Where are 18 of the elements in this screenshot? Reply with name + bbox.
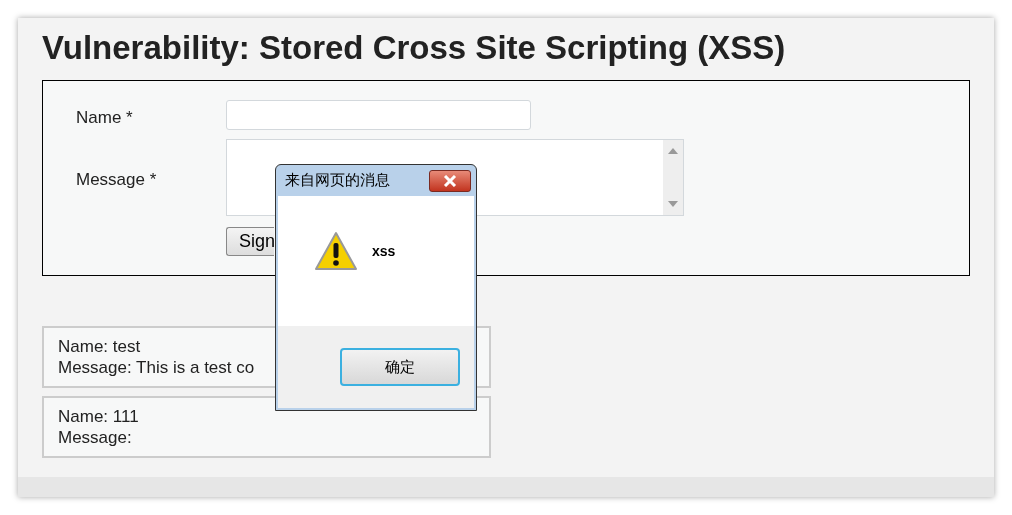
- field-label: Message *: [76, 168, 158, 191]
- comment-text: Name: test: [58, 336, 141, 357]
- dialog-title: 来自网页的消息: [285, 170, 390, 191]
- scroll-up-icon[interactable]: [668, 147, 678, 154]
- page-heading: Vulnerability: Stored Cross Site Scripting (XSS): [42, 28, 787, 68]
- scroll-down-icon[interactable]: [668, 200, 678, 207]
- dialog-message: xss: [372, 241, 396, 261]
- warning-icon: [314, 231, 358, 271]
- comment-text: Name: 111: [58, 406, 139, 427]
- ok-button[interactable]: 确定: [340, 348, 460, 386]
- close-icon: [442, 174, 458, 187]
- close-button[interactable]: [429, 169, 471, 192]
- scrollbar[interactable]: [663, 139, 683, 215]
- comment-text: Message: This is a test co: [58, 357, 255, 378]
- field-label: Name *: [76, 107, 134, 129]
- name-input[interactable]: [226, 100, 531, 130]
- sign-button[interactable]: Sign: [226, 226, 274, 256]
- comment-text: Message:: [58, 427, 132, 448]
